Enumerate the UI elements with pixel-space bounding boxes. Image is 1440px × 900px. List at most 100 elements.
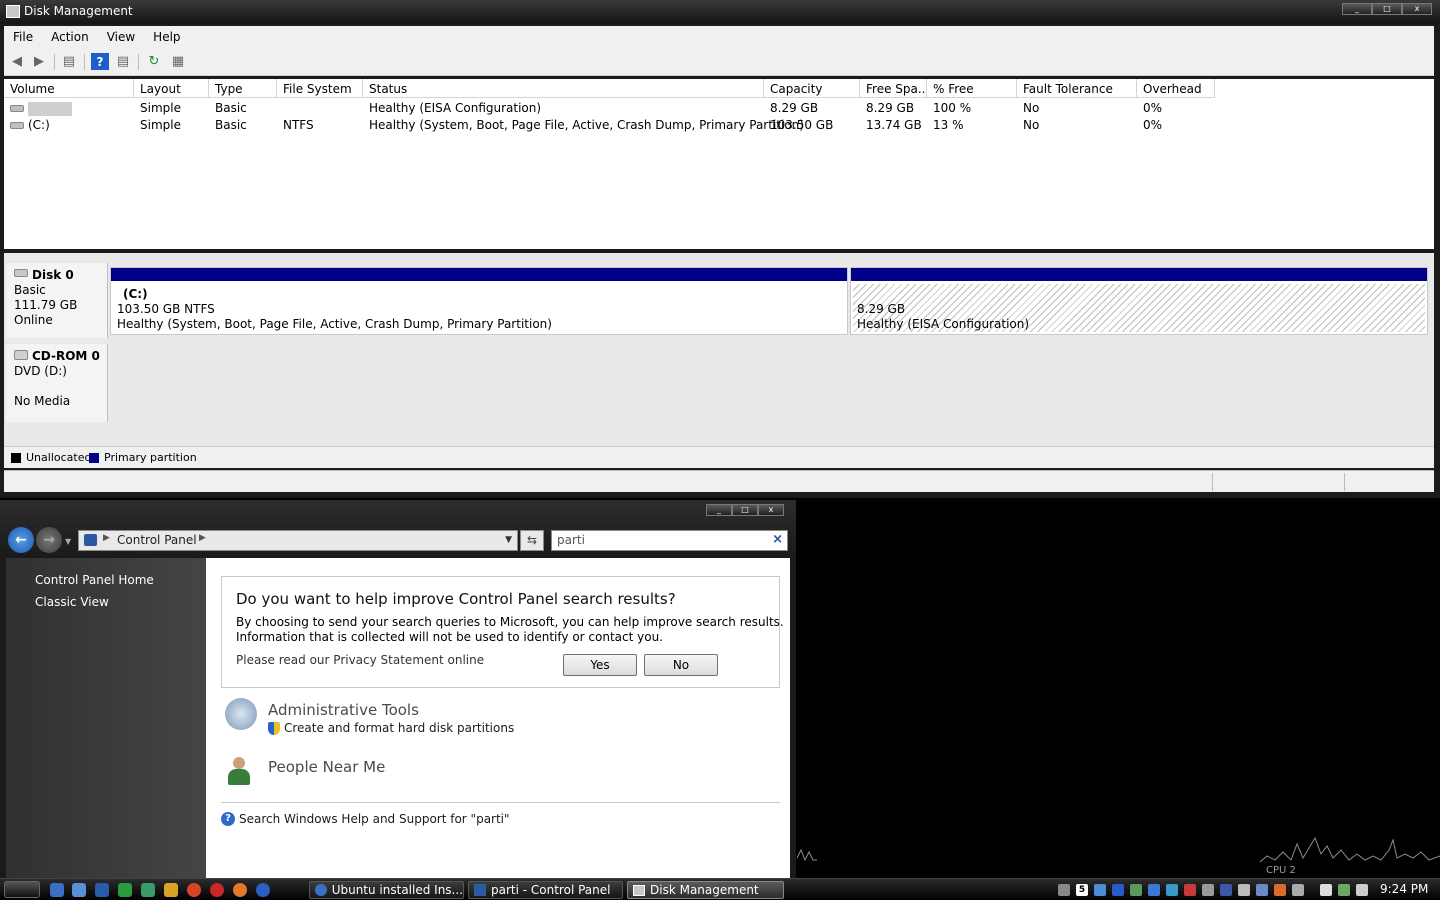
chat-icon[interactable] xyxy=(1256,884,1268,896)
opera-icon[interactable] xyxy=(210,883,224,897)
show-desktop-icon[interactable] xyxy=(50,883,64,897)
search-windows-help-link[interactable]: Search Windows Help and Support for "par… xyxy=(239,812,510,826)
address-dropdown-icon[interactable]: ▼ xyxy=(505,535,512,545)
disk-0-size: 111.79 GB xyxy=(14,298,78,312)
sync-icon[interactable] xyxy=(1130,884,1142,896)
messenger-tray-icon[interactable] xyxy=(1094,884,1106,896)
windows-icon[interactable] xyxy=(1166,884,1178,896)
help-icon[interactable]: ? xyxy=(91,53,109,70)
yes-button[interactable]: Yes xyxy=(563,654,637,676)
network-tool-icon[interactable] xyxy=(1058,884,1070,896)
forward-button-icon[interactable]: → xyxy=(36,527,62,553)
drive-icon xyxy=(10,122,24,129)
minimize-icon[interactable]: _ xyxy=(706,504,732,516)
back-button-icon[interactable]: ← xyxy=(8,527,34,553)
contacts-icon[interactable] xyxy=(141,883,155,897)
dm-title-bar[interactable]: Disk Management _ □ x xyxy=(0,0,1440,24)
sidebar-item-classic-view[interactable]: Classic View xyxy=(35,595,109,609)
usb-icon[interactable] xyxy=(1202,884,1214,896)
col-overhead[interactable]: Overhead xyxy=(1137,79,1215,98)
table-row[interactable]: Simple Basic Healthy (EISA Configuration… xyxy=(4,99,1434,116)
close-icon[interactable]: x xyxy=(758,504,784,516)
browser-icon xyxy=(315,884,327,896)
drop-icon[interactable] xyxy=(1148,884,1160,896)
firefox-icon[interactable] xyxy=(233,883,247,897)
menu-help[interactable]: Help xyxy=(144,30,189,44)
breadcrumb-chevron-icon[interactable]: ▶ xyxy=(103,533,110,543)
maximize-icon[interactable]: □ xyxy=(732,504,758,516)
keyboard-icon[interactable] xyxy=(1238,884,1250,896)
sidebar-item-home[interactable]: Control Panel Home xyxy=(35,573,154,587)
volume-list: Volume Layout Type File System Status Ca… xyxy=(4,79,1434,249)
col-volume[interactable]: Volume xyxy=(4,79,134,98)
control-panel-icon xyxy=(84,534,97,546)
no-button[interactable]: No xyxy=(644,654,718,676)
col-file-system[interactable]: File System xyxy=(277,79,363,98)
properties-icon[interactable]: ▤ xyxy=(114,53,132,70)
disk-management-window: Disk Management _ □ x File Action View H… xyxy=(0,0,1440,498)
table-row[interactable]: (C:) Simple Basic NTFS Healthy (System, … xyxy=(4,116,1434,133)
five-icon[interactable]: 5 xyxy=(1076,884,1088,896)
menu-file[interactable]: File xyxy=(4,30,42,44)
refresh-icon[interactable]: ↻ xyxy=(145,53,163,70)
result-administrative-tools[interactable]: Administrative Tools xyxy=(268,701,419,719)
cdrom-0-label[interactable]: CD-ROM 0 DVD (D:) No Media xyxy=(6,344,108,422)
col-free-space[interactable]: Free Spa... xyxy=(860,79,927,98)
chrome-icon[interactable] xyxy=(187,883,201,897)
search-input[interactable]: parti × xyxy=(551,530,788,551)
address-bar[interactable]: ▶ Control Panel ▶ ▼ xyxy=(78,530,518,551)
hard-disk-icon xyxy=(14,269,28,277)
col-type[interactable]: Type xyxy=(209,79,277,98)
result-people-near-me[interactable]: People Near Me xyxy=(268,758,385,776)
show-hide-console-tree-icon[interactable]: ▤ xyxy=(60,53,78,70)
administrative-tools-icon[interactable] xyxy=(225,698,257,730)
volume-icon[interactable] xyxy=(1356,884,1368,896)
settings-icon[interactable]: ▦ xyxy=(169,53,187,70)
privacy-statement-link[interactable]: Please read our Privacy Statement online xyxy=(236,653,484,667)
dm-window-title: Disk Management xyxy=(24,4,133,18)
disk-0-label[interactable]: Disk 0 Basic 111.79 GB Online xyxy=(6,263,108,338)
browser-icon[interactable] xyxy=(256,883,270,897)
bluetooth-icon[interactable] xyxy=(1112,884,1124,896)
breadcrumb-chevron-icon[interactable]: ▶ xyxy=(199,533,206,543)
taskbar-button-ubuntu[interactable]: Ubuntu installed Ins... xyxy=(309,881,464,899)
battery-icon[interactable] xyxy=(1320,884,1332,896)
printer-icon[interactable] xyxy=(1292,884,1304,896)
col-fault-tolerance[interactable]: Fault Tolerance xyxy=(1017,79,1137,98)
network-icon[interactable] xyxy=(1338,884,1350,896)
clock[interactable]: 9:24 PM xyxy=(1380,882,1428,896)
security-shield-icon[interactable] xyxy=(1184,884,1196,896)
breadcrumb-control-panel[interactable]: Control Panel xyxy=(117,533,197,547)
refresh-icon[interactable]: ⇆ xyxy=(520,530,544,551)
taskbar-button-control-panel[interactable]: parti - Control Panel xyxy=(468,881,623,899)
maximize-icon[interactable]: □ xyxy=(1372,3,1402,15)
alert-icon[interactable] xyxy=(1274,884,1286,896)
media-icon[interactable] xyxy=(164,883,178,897)
create-format-partitions-link[interactable]: Create and format hard disk partitions xyxy=(284,721,514,735)
pct-free-cell: 100 % xyxy=(933,101,972,115)
col-capacity[interactable]: Capacity xyxy=(764,79,860,98)
menu-action[interactable]: Action xyxy=(42,30,98,44)
taskbar-button-label: Disk Management xyxy=(650,883,759,897)
messenger-icon[interactable] xyxy=(95,883,109,897)
minimize-icon[interactable]: _ xyxy=(1342,3,1372,15)
menu-view[interactable]: View xyxy=(98,30,144,44)
facebook-icon[interactable] xyxy=(1220,884,1232,896)
clear-search-icon[interactable]: × xyxy=(772,532,783,547)
taskbar-button-disk-management[interactable]: Disk Management xyxy=(627,881,784,899)
toolbar-divider xyxy=(138,54,139,70)
forward-arrow-icon[interactable]: ▶ xyxy=(30,53,48,70)
col-layout[interactable]: Layout xyxy=(134,79,209,98)
people-near-me-icon[interactable] xyxy=(225,755,257,787)
col-percent-free[interactable]: % Free xyxy=(927,79,1017,98)
start-button[interactable] xyxy=(4,881,40,898)
partition-eisa[interactable]: 8.29 GB Healthy (EISA Configuration) xyxy=(850,267,1428,335)
back-arrow-icon[interactable]: ◀ xyxy=(8,53,26,70)
recent-pages-chevron-icon[interactable]: ▼ xyxy=(65,537,71,546)
internet-icon[interactable] xyxy=(118,883,132,897)
partition-c[interactable]: (C:) 103.50 GB NTFS Healthy (System, Boo… xyxy=(110,267,848,335)
close-icon[interactable]: x xyxy=(1402,3,1432,15)
col-status[interactable]: Status xyxy=(363,79,764,98)
dm-caption-buttons: _ □ x xyxy=(1342,3,1432,17)
switch-windows-icon[interactable] xyxy=(72,883,86,897)
